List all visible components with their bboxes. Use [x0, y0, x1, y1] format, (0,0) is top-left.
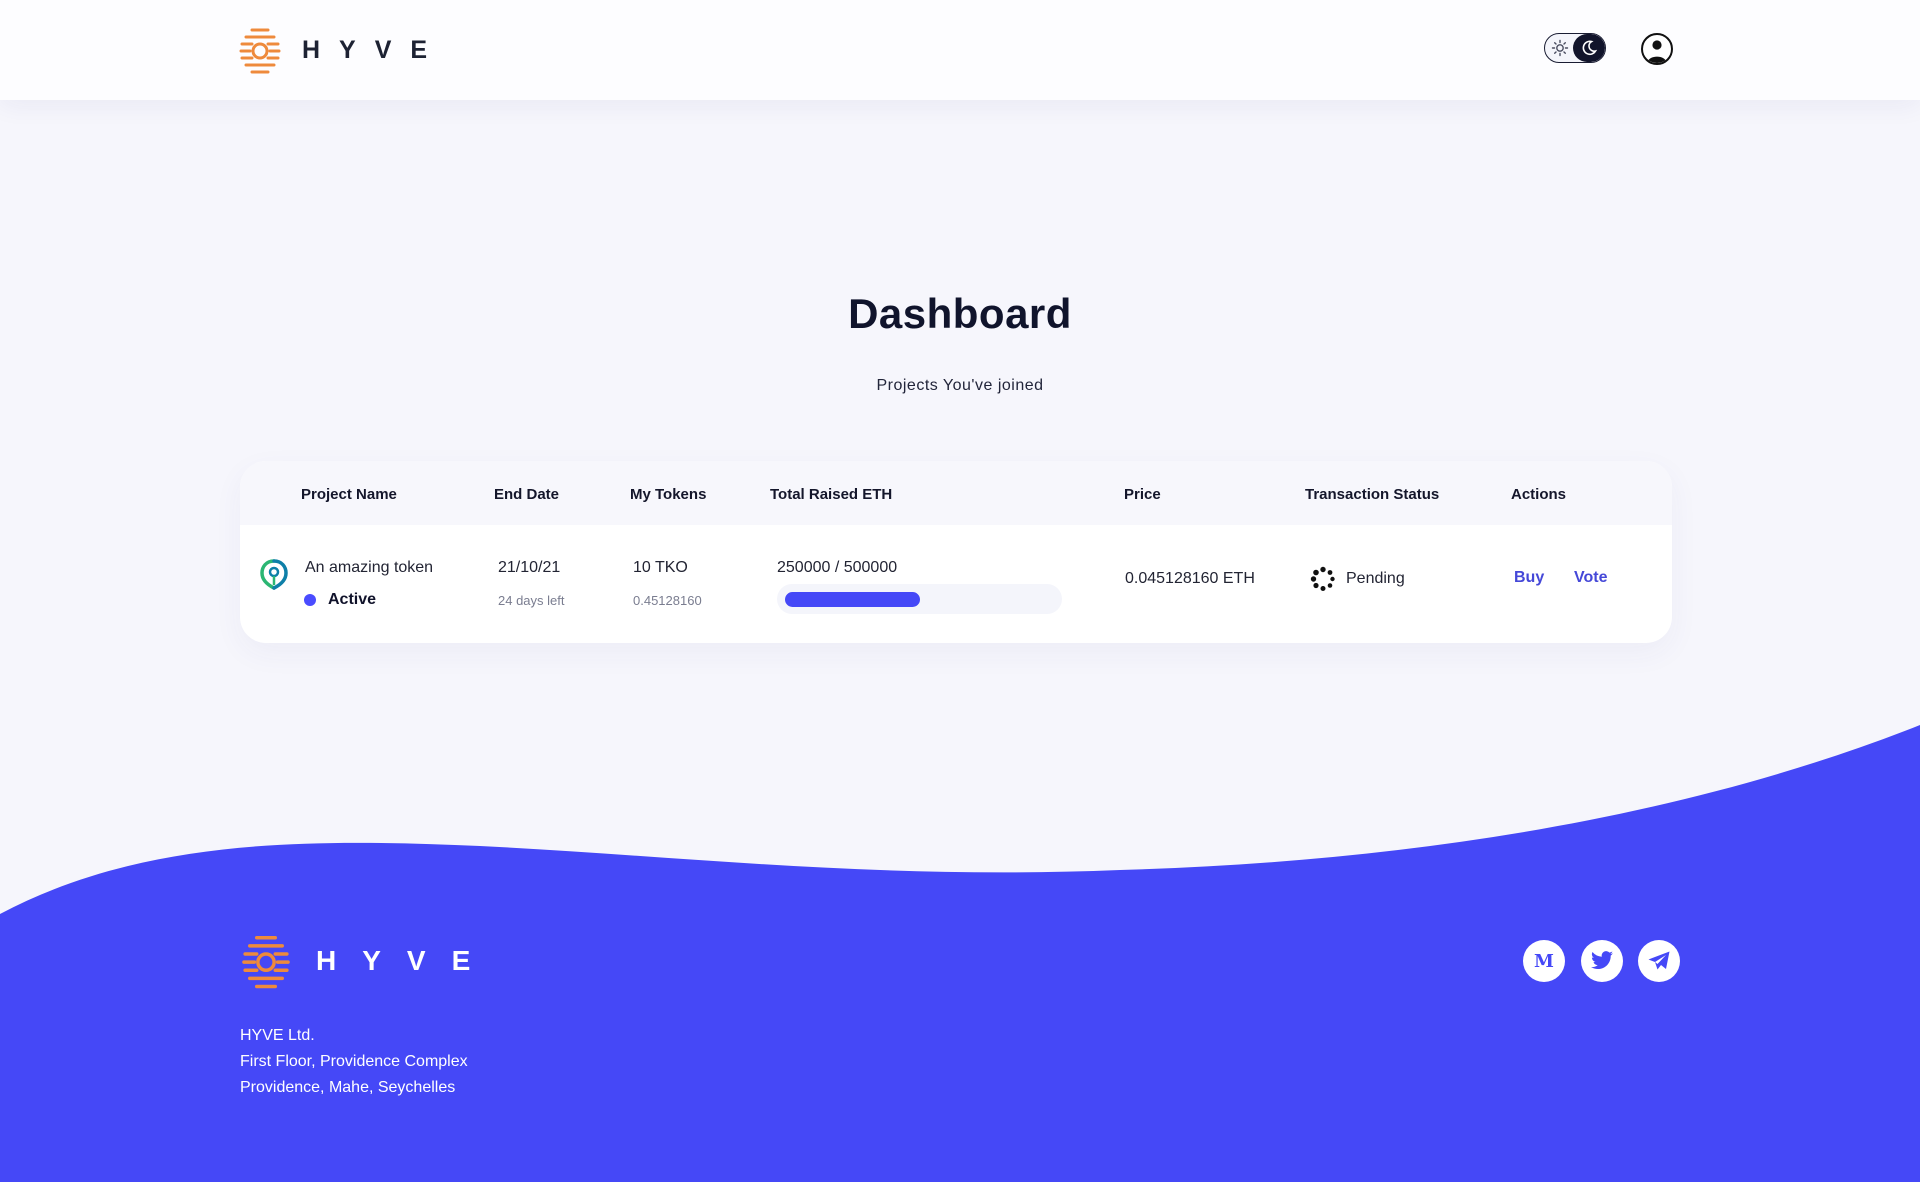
table-header: Project Name End Date My Tokens Total Ra… — [240, 461, 1672, 525]
footer-brand-logo[interactable]: HYVE — [240, 932, 496, 990]
hive-logo-icon — [239, 28, 281, 74]
total-raised: 250000 / 500000 — [777, 559, 898, 576]
col-my-tokens: My Tokens — [630, 486, 707, 503]
token-price: 0.045128160 ETH — [1125, 570, 1255, 587]
theme-toggle[interactable] — [1544, 33, 1606, 63]
col-end-date: End Date — [494, 486, 560, 503]
user-icon — [1647, 40, 1667, 63]
raised-progress-bar — [777, 584, 1062, 614]
page-title: Dashboard — [848, 290, 1072, 337]
top-header: HYVE — [0, 0, 1920, 100]
project-name[interactable]: An amazing token — [305, 559, 433, 577]
raised-progress-fill — [785, 592, 920, 607]
days-left: 24 days left — [498, 593, 565, 608]
address-line: First Floor, Providence Complex — [240, 1053, 468, 1070]
buy-button[interactable]: Buy — [1514, 569, 1544, 587]
page-subtitle: Projects You've joined — [876, 377, 1044, 394]
col-project-name: Project Name — [301, 486, 397, 503]
token-amount: 10 TKO — [633, 559, 688, 576]
hive-logo-icon — [242, 936, 290, 989]
transaction-status: Pending — [1346, 570, 1405, 587]
brand-logo[interactable]: HYVE — [238, 25, 446, 75]
project-logo-icon — [260, 559, 288, 590]
twitter-link[interactable] — [1581, 940, 1623, 982]
brand-name: HYVE — [302, 35, 447, 64]
status-dot — [304, 594, 316, 606]
twitter-icon — [1591, 951, 1613, 970]
user-profile-button[interactable] — [1641, 33, 1673, 65]
col-transaction-status: Transaction Status — [1305, 486, 1440, 503]
projects-table: Project Name End Date My Tokens Total Ra… — [240, 461, 1672, 643]
col-actions: Actions — [1511, 486, 1567, 503]
company-address: HYVE Ltd. First Floor, Providence Comple… — [240, 1023, 468, 1101]
medium-link[interactable]: M — [1523, 940, 1565, 982]
footer-brand-name: HYVE — [316, 945, 497, 976]
telegram-icon — [1648, 951, 1670, 970]
token-value: 0.45128160 — [633, 593, 702, 608]
address-line: HYVE Ltd. — [240, 1027, 315, 1044]
sun-icon — [1551, 39, 1569, 57]
moon-icon — [1582, 40, 1598, 56]
pending-spinner-icon — [1310, 566, 1335, 591]
col-total-raised: Total Raised ETH — [770, 486, 893, 503]
project-status: Active — [328, 591, 377, 608]
col-price: Price — [1124, 486, 1161, 503]
telegram-link[interactable] — [1638, 940, 1680, 982]
medium-icon: M — [1534, 950, 1554, 972]
vote-button[interactable]: Vote — [1574, 569, 1607, 587]
address-line: Providence, Mahe, Seychelles — [240, 1079, 456, 1096]
end-date: 21/10/21 — [498, 559, 561, 576]
